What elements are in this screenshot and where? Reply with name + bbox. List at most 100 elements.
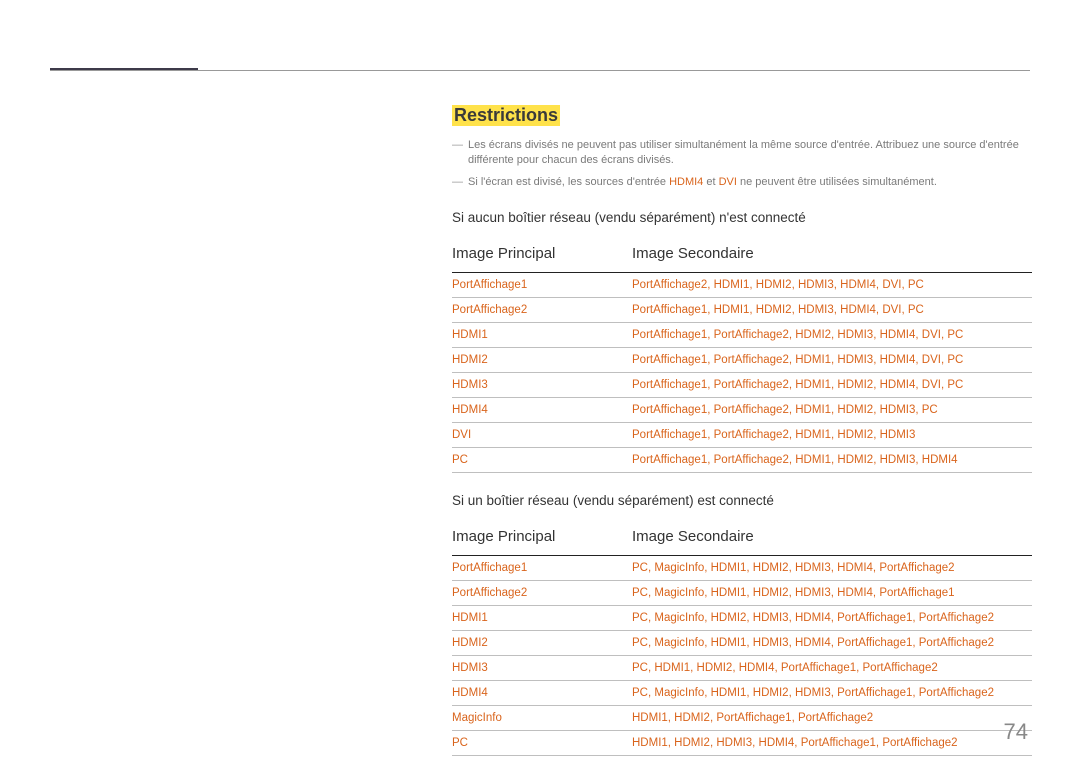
- secondary-value: PC: [908, 279, 924, 291]
- secondary-value: PortAffichage2: [714, 429, 796, 441]
- secondary-value: HDMI1: [795, 354, 837, 366]
- table1-secondary-cell: PortAffichage1PortAffichage2HDMI1HDMI2HD…: [632, 448, 1032, 473]
- table-row: HDMI2PortAffichage1PortAffichage2HDMI1HD…: [452, 348, 1032, 373]
- table1-primary-cell: HDMI4: [452, 398, 632, 423]
- secondary-value: HDMI1: [795, 379, 837, 391]
- table-row: HDMI2PCMagicInfoHDMI1HDMI3HDMI4PortAffic…: [452, 631, 1032, 656]
- table-row: HDMI4PCMagicInfoHDMI1HDMI2HDMI3PortAffic…: [452, 681, 1032, 706]
- table2-primary-cell: HDMI3: [452, 656, 632, 681]
- table1-col1-header: Image Principal: [452, 239, 632, 273]
- table2-primary-cell: HDMI4: [452, 681, 632, 706]
- header-rule: [50, 70, 1030, 71]
- table1-secondary-cell: PortAffichage1PortAffichage2HDMI1HDMI2HD…: [632, 373, 1032, 398]
- table2-secondary-cell: HDMI1HDMI2PortAffichage1PortAffichage2: [632, 706, 1032, 731]
- secondary-value: HDMI2: [837, 454, 879, 466]
- secondary-value: HDMI4: [840, 279, 882, 291]
- page-number: 74: [1004, 719, 1028, 745]
- secondary-value: HDMI4: [837, 562, 879, 574]
- secondary-value: DVI: [922, 354, 948, 366]
- table2-header-row: Image Principal Image Secondaire: [452, 522, 1032, 556]
- secondary-value: HDMI1: [795, 429, 837, 441]
- secondary-value: PortAffichage1: [632, 379, 714, 391]
- secondary-value: HDMI4: [922, 454, 958, 466]
- secondary-value: PC: [908, 304, 924, 316]
- secondary-value: HDMI1: [711, 687, 753, 699]
- secondary-value: PC: [632, 662, 654, 674]
- table1-primary-cell: PC: [452, 448, 632, 473]
- secondary-value: HDMI1: [795, 454, 837, 466]
- table2-primary-cell: HDMI2: [452, 631, 632, 656]
- secondary-value: PortAffichage2: [919, 637, 994, 649]
- secondary-value: PortAffichage1: [837, 637, 919, 649]
- secondary-value: HDMI3: [753, 612, 795, 624]
- secondary-value: HDMI2: [756, 304, 798, 316]
- table2-primary-cell: PortAffichage1: [452, 556, 632, 581]
- secondary-value: PC: [947, 354, 963, 366]
- table-row: HDMI3PortAffichage1PortAffichage2HDMI1HD…: [452, 373, 1032, 398]
- table1: Image Principal Image Secondaire PortAff…: [452, 239, 1032, 473]
- secondary-value: HDMI2: [837, 379, 879, 391]
- secondary-value: HDMI3: [880, 429, 916, 441]
- secondary-value: PortAffichage1: [632, 329, 714, 341]
- secondary-value: PortAffichage2: [798, 712, 873, 724]
- secondary-value: HDMI2: [674, 712, 716, 724]
- secondary-value: MagicInfo: [654, 612, 710, 624]
- note-text: Si l'écran est divisé, les sources d'ent…: [468, 176, 669, 188]
- table2-secondary-cell: PCMagicInfoHDMI1HDMI2HDMI3HDMI4PortAffic…: [632, 556, 1032, 581]
- table1-secondary-cell: PortAffichage1PortAffichage2HDMI1HDMI3HD…: [632, 348, 1032, 373]
- table2-primary-cell: PC: [452, 731, 632, 756]
- secondary-value: HDMI3: [795, 587, 837, 599]
- table1-header-row: Image Principal Image Secondaire: [452, 239, 1032, 273]
- table-row: PCHDMI1HDMI2HDMI3HDMI4PortAffichage1Port…: [452, 731, 1032, 756]
- secondary-value: PortAffichage2: [882, 737, 957, 749]
- secondary-value: MagicInfo: [654, 637, 710, 649]
- table2-primary-cell: PortAffichage2: [452, 581, 632, 606]
- table1-primary-cell: DVI: [452, 423, 632, 448]
- secondary-value: DVI: [922, 379, 948, 391]
- secondary-value: PC: [632, 687, 654, 699]
- secondary-value: HDMI2: [756, 279, 798, 291]
- secondary-value: HDMI4: [880, 379, 922, 391]
- table1-secondary-cell: PortAffichage1PortAffichage2HDMI1HDMI2HD…: [632, 398, 1032, 423]
- secondary-value: PC: [632, 637, 654, 649]
- secondary-value: HDMI3: [798, 279, 840, 291]
- secondary-value: PortAffichage2: [714, 329, 796, 341]
- secondary-value: DVI: [922, 329, 948, 341]
- table2-secondary-cell: PCMagicInfoHDMI1HDMI2HDMI3HDMI4PortAffic…: [632, 581, 1032, 606]
- secondary-value: HDMI3: [716, 737, 758, 749]
- secondary-value: PortAffichage1: [879, 587, 954, 599]
- secondary-value: PortAffichage2: [879, 562, 954, 574]
- secondary-value: HDMI1: [714, 304, 756, 316]
- table2-caption: Si un boîtier réseau (vendu séparément) …: [452, 493, 1032, 508]
- secondary-value: HDMI1: [711, 637, 753, 649]
- table-row: PortAffichage2PortAffichage1HDMI1HDMI2HD…: [452, 298, 1032, 323]
- secondary-value: PC: [632, 587, 654, 599]
- table1-primary-cell: HDMI1: [452, 323, 632, 348]
- table-row: MagicInfoHDMI1HDMI2PortAffichage1PortAff…: [452, 706, 1032, 731]
- secondary-value: HDMI4: [739, 662, 781, 674]
- note-text: Les écrans divisés ne peuvent pas utilis…: [468, 139, 1019, 166]
- table2-col2-header: Image Secondaire: [632, 522, 1032, 556]
- table1-col2-header: Image Secondaire: [632, 239, 1032, 273]
- table2-secondary-cell: HDMI1HDMI2HDMI3HDMI4PortAffichage1PortAf…: [632, 731, 1032, 756]
- table1-secondary-cell: PortAffichage1HDMI1HDMI2HDMI3HDMI4DVIPC: [632, 298, 1032, 323]
- secondary-value: PortAffichage2: [714, 379, 796, 391]
- secondary-value: HDMI1: [632, 737, 674, 749]
- secondary-value: PortAffichage2: [632, 279, 714, 291]
- secondary-value: HDMI2: [837, 404, 879, 416]
- secondary-value: HDMI3: [880, 454, 922, 466]
- note-text: et: [703, 176, 718, 188]
- secondary-value: HDMI2: [674, 737, 716, 749]
- secondary-value: HDMI2: [753, 687, 795, 699]
- secondary-value: HDMI2: [711, 612, 753, 624]
- secondary-value: PortAffichage2: [919, 687, 994, 699]
- table1-caption: Si aucun boîtier réseau (vendu séparémen…: [452, 210, 1032, 225]
- table2-primary-cell: MagicInfo: [452, 706, 632, 731]
- secondary-value: DVI: [882, 304, 908, 316]
- table-row: PortAffichage2PCMagicInfoHDMI1HDMI2HDMI3…: [452, 581, 1032, 606]
- table-row: PortAffichage1PCMagicInfoHDMI1HDMI2HDMI3…: [452, 556, 1032, 581]
- secondary-value: HDMI4: [759, 737, 801, 749]
- table1-secondary-cell: PortAffichage1PortAffichage2HDMI1HDMI2HD…: [632, 423, 1032, 448]
- secondary-value: HDMI3: [837, 354, 879, 366]
- page: Restrictions Les écrans divisés ne peuve…: [0, 0, 1080, 763]
